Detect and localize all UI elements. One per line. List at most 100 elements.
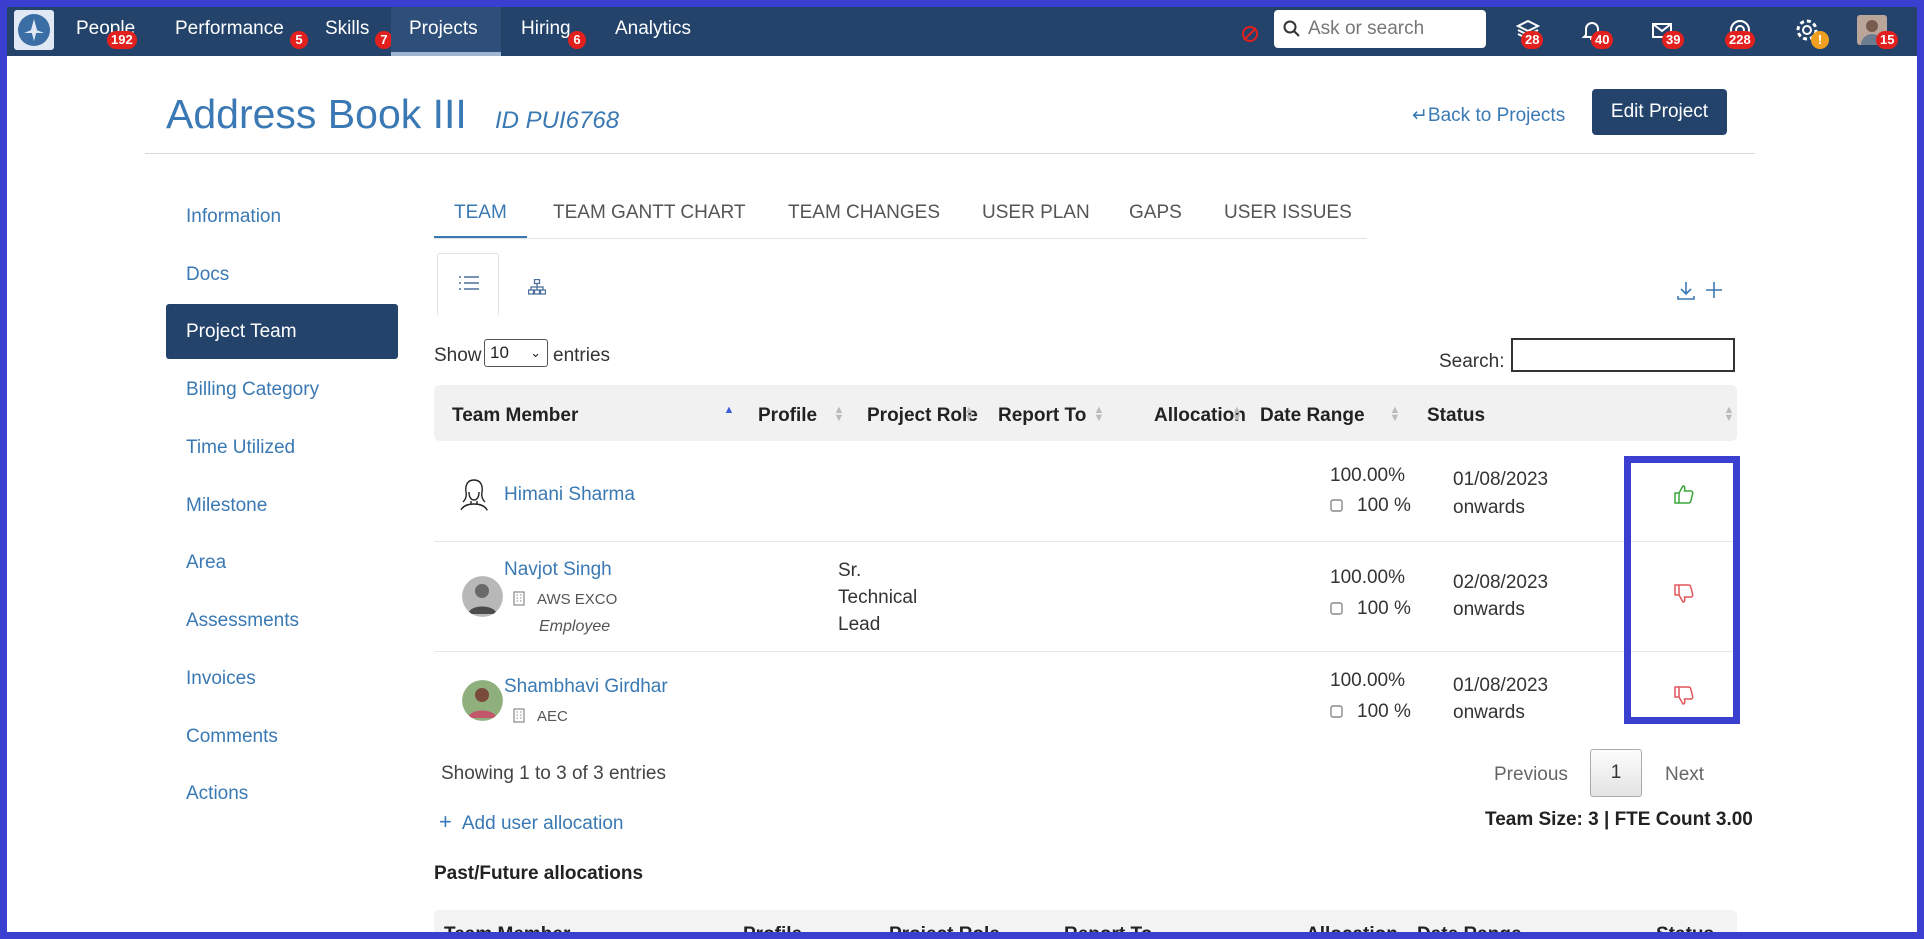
page-1-button[interactable]: 1: [1590, 749, 1642, 797]
back-link-label: Back to Projects: [1427, 105, 1566, 126]
past-col-allocation[interactable]: Allocation: [1306, 924, 1398, 932]
no-timer-icon[interactable]: [1241, 25, 1259, 43]
sidebar-item-area[interactable]: Area: [166, 535, 398, 590]
nav-analytics[interactable]: Analytics: [615, 7, 691, 56]
top-navbar: People 192 Performance 5 Skills 7 Projec…: [7, 7, 1917, 56]
back-arrow-icon: ↵: [1412, 105, 1428, 126]
sort-icon[interactable]: ▲ ▼: [963, 405, 975, 424]
profile-badge: 15: [1876, 31, 1899, 49]
nav-skills-label: Skills: [325, 18, 370, 39]
page-title: Address Book III: [166, 91, 467, 137]
next-page-button[interactable]: Next: [1665, 764, 1704, 786]
member-type: Employee: [539, 618, 611, 635]
tab-user-plan[interactable]: USER PLAN: [982, 195, 1090, 239]
sort-icon[interactable]: ▲ ▼: [1231, 405, 1243, 424]
member-name-link[interactable]: Navjot Singh: [504, 559, 612, 581]
profile-line-3: Lead: [838, 614, 881, 635]
col-status[interactable]: Status: [1427, 405, 1485, 427]
building-icon: [513, 708, 525, 723]
app-logo[interactable]: [14, 10, 54, 50]
allocation-value: 100.00%: [1330, 567, 1406, 588]
sidebar-item-assessments[interactable]: Assessments: [166, 593, 398, 648]
sidebar-item-invoices[interactable]: Invoices: [166, 651, 398, 706]
allocation-percent: 100 %: [1357, 495, 1411, 516]
tab-team-gantt-chart[interactable]: TEAM GANTT CHART: [553, 195, 745, 239]
col-project-role[interactable]: Project Role: [867, 405, 978, 427]
date-suffix: onwards: [1453, 599, 1525, 620]
tab-gaps[interactable]: GAPS: [1129, 195, 1182, 239]
tabs-divider: [434, 238, 1367, 239]
sort-asc-icon[interactable]: ▲: [723, 405, 735, 416]
col-team-member[interactable]: Team Member: [452, 405, 578, 427]
nav-hiring-badge: 6: [568, 31, 586, 49]
tab-user-issues[interactable]: USER ISSUES: [1224, 195, 1352, 239]
tab-team-changes[interactable]: TEAM CHANGES: [788, 195, 940, 239]
date-suffix: onwards: [1453, 497, 1525, 518]
date-start: 01/08/2023: [1453, 675, 1549, 696]
project-id: ID PUI6768: [495, 107, 620, 134]
list-view-toggle[interactable]: [437, 253, 499, 315]
col-report-to[interactable]: Report To: [998, 405, 1086, 427]
global-search-input[interactable]: Ask or search: [1274, 10, 1486, 48]
entries-label: entries: [553, 345, 611, 366]
date-suffix: onwards: [1453, 702, 1525, 723]
col-profile[interactable]: Profile: [758, 405, 817, 427]
edit-project-button[interactable]: Edit Project: [1592, 89, 1727, 135]
sidebar-item-docs[interactable]: Docs: [166, 247, 398, 302]
previous-page-button[interactable]: Previous: [1494, 764, 1568, 786]
past-col-team-member[interactable]: Team Member: [444, 924, 570, 932]
add-user-allocation-link[interactable]: + Add user allocation: [439, 809, 623, 835]
member-name-link[interactable]: Himani Sharma: [504, 484, 635, 506]
sort-icon[interactable]: ▲ ▼: [833, 405, 845, 424]
sidebar-item-milestone[interactable]: Milestone: [166, 478, 398, 533]
support-badge: 228: [1725, 31, 1755, 49]
entries-select-value: 10: [490, 343, 509, 362]
table-info: Showing 1 to 3 of 3 entries: [441, 763, 666, 784]
profile-line-1: Sr.: [838, 560, 862, 581]
org-chart-view-toggle[interactable]: [504, 269, 568, 303]
entries-select[interactable]: 10 ⌄: [484, 339, 548, 367]
add-icon[interactable]: [1703, 279, 1725, 301]
sidebar-item-information[interactable]: Information: [166, 189, 398, 244]
nav-performance-label: Performance: [175, 18, 284, 39]
sidebar-item-billing-category[interactable]: Billing Category: [166, 362, 398, 417]
allocation-icon: [1330, 602, 1343, 615]
back-to-projects-link[interactable]: ↵Back to Projects: [1412, 104, 1565, 127]
status-column-highlight: [1624, 456, 1740, 724]
col-date-range[interactable]: Date Range: [1260, 405, 1365, 427]
settings-alert-badge: !: [1811, 31, 1829, 49]
row-divider: [434, 541, 1737, 542]
sort-icon[interactable]: ▲ ▼: [1723, 405, 1735, 424]
allocation-percent: 100 %: [1357, 701, 1411, 722]
nav-skills[interactable]: Skills: [325, 7, 369, 56]
sidebar-item-project-team[interactable]: Project Team: [166, 304, 398, 359]
sidebar-item-comments[interactable]: Comments: [166, 709, 398, 764]
past-allocations-heading: Past/Future allocations: [434, 863, 644, 884]
member-name-link[interactable]: Shambhavi Girdhar: [504, 676, 668, 698]
global-search-placeholder: Ask or search: [1308, 18, 1425, 39]
download-icon[interactable]: [1675, 279, 1697, 301]
nav-analytics-label: Analytics: [615, 18, 692, 39]
sidebar-item-actions[interactable]: Actions: [166, 766, 398, 821]
tab-team[interactable]: TEAM: [434, 195, 527, 239]
plus-icon: +: [439, 809, 452, 834]
nav-hiring[interactable]: Hiring: [521, 7, 571, 56]
table-search-input[interactable]: [1511, 338, 1735, 372]
past-col-status[interactable]: Status: [1656, 924, 1714, 932]
allocation-percent: 100 %: [1357, 598, 1411, 619]
avatar: [462, 680, 503, 721]
sidebar-item-time-utilized[interactable]: Time Utilized: [166, 420, 398, 475]
sort-icon[interactable]: ▲ ▼: [1389, 405, 1401, 424]
nav-performance[interactable]: Performance: [175, 7, 284, 56]
past-col-report-to[interactable]: Report To: [1064, 924, 1152, 932]
date-start: 02/08/2023: [1453, 572, 1549, 593]
mail-badge: 39: [1662, 31, 1685, 49]
nav-people-badge: 192: [107, 31, 137, 49]
sort-icon[interactable]: ▲ ▼: [1093, 405, 1105, 424]
nav-projects[interactable]: Projects: [391, 7, 501, 56]
past-col-date-range[interactable]: Date Range: [1417, 924, 1522, 932]
add-allocation-label: Add user allocation: [461, 813, 624, 834]
chevron-down-icon: ⌄: [530, 345, 541, 360]
past-col-profile[interactable]: Profile: [743, 924, 802, 932]
past-col-project-role[interactable]: Project Role: [889, 924, 1000, 932]
